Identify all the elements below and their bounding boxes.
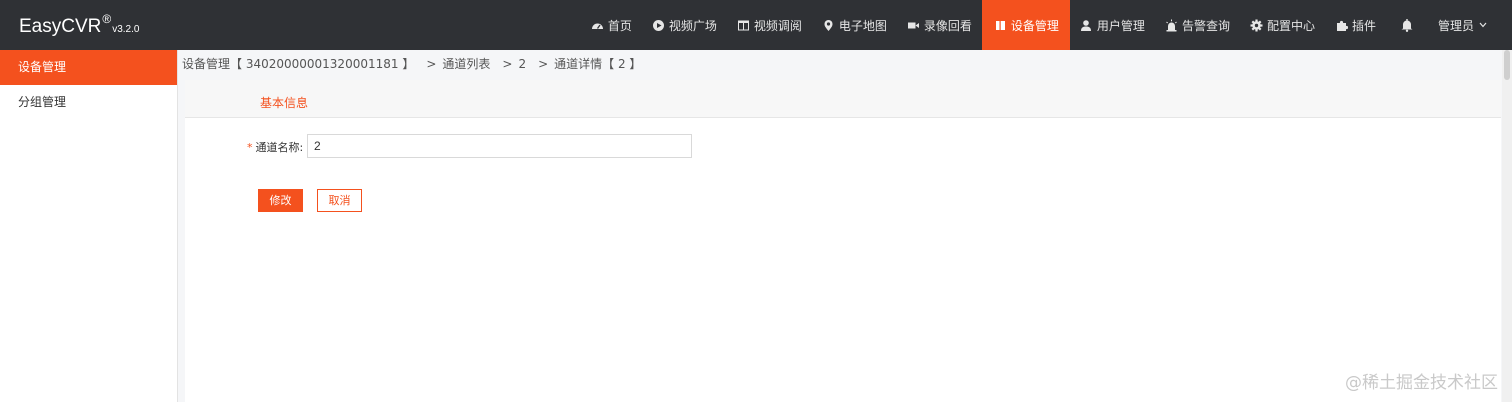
breadcrumb-channel-list[interactable]: 通道列表 xyxy=(442,57,490,71)
nav-item-plugins[interactable]: 插件 xyxy=(1325,0,1386,50)
chevron-down-icon xyxy=(1479,20,1487,31)
nav-item-video-review[interactable]: 视频调阅 xyxy=(727,0,812,50)
section-title: 基本信息 xyxy=(260,96,309,110)
watermark-text: @稀土掘金技术社区 xyxy=(1345,373,1498,393)
nav-item-label: 视频广场 xyxy=(668,18,717,33)
channel-name-input[interactable] xyxy=(307,134,692,158)
nav-item-user-management[interactable]: 用户管理 xyxy=(1070,0,1155,50)
nav-item-label: 录像回看 xyxy=(923,18,972,33)
nav-item-label: 用户管理 xyxy=(1096,18,1145,33)
cancel-button[interactable]: 取消 xyxy=(317,189,362,212)
channel-detail-panel: 基本信息 *通道名称: 修改 取消 xyxy=(185,80,1501,402)
page-scrollbar-track[interactable] xyxy=(1502,50,1512,402)
breadcrumb-channel-detail: 通道详情【 2 】 xyxy=(554,57,642,71)
sidebar-item-device-management[interactable]: 设备管理 xyxy=(0,50,177,85)
bell-icon xyxy=(1400,18,1414,32)
breadcrumb-channel[interactable]: 2 xyxy=(518,57,526,71)
user-icon xyxy=(1080,19,1093,32)
brand-logo[interactable]: EasyCVR®v3.2.0 xyxy=(19,12,139,38)
nav-item-label: 配置中心 xyxy=(1266,18,1315,33)
grid-icon xyxy=(737,19,750,32)
brand-registered-mark: ® xyxy=(102,12,112,26)
nav-item-label: 插件 xyxy=(1351,18,1376,33)
breadcrumb: 设备管理【 34020000001320001181 】 > 通道列表 >2 > 通道详情… xyxy=(182,50,1502,80)
sidebar-item-group-management[interactable]: 分组管理 xyxy=(0,85,177,120)
dashboard-icon xyxy=(591,19,604,32)
page-scrollbar-thumb[interactable] xyxy=(1504,50,1510,80)
channel-name-label: * 通道名称: xyxy=(247,139,303,155)
required-mark: * xyxy=(247,141,253,154)
play-circle-icon xyxy=(652,19,665,32)
notification-bell-button[interactable] xyxy=(1386,0,1428,50)
nav-item-alarm-query[interactable]: 告警查询 xyxy=(1155,0,1240,50)
map-pin-icon xyxy=(822,19,835,32)
nav-item-e-map[interactable]: 电子地图 xyxy=(812,0,897,50)
brand-name: EasyCVR xyxy=(19,16,102,37)
nav-item-label: 告警查询 xyxy=(1181,18,1230,33)
device-icon xyxy=(994,19,1007,32)
video-camera-icon xyxy=(907,19,920,32)
alarm-icon xyxy=(1165,19,1178,32)
breadcrumb-separator: > xyxy=(502,57,513,71)
panel-header xyxy=(185,80,1501,118)
brand-version: v3.2.0 xyxy=(112,24,140,35)
nav-item-home[interactable]: 首页 xyxy=(581,0,642,50)
puzzle-icon xyxy=(1335,19,1348,32)
user-menu-dropdown[interactable]: 管理员 xyxy=(1428,0,1512,50)
breadcrumb-separator: > xyxy=(538,57,549,71)
nav-item-video-square[interactable]: 视频广场 xyxy=(642,0,727,50)
nav-item-label: 视频调阅 xyxy=(753,18,802,33)
modify-button[interactable]: 修改 xyxy=(258,189,303,212)
nav-item-label: 电子地图 xyxy=(838,18,887,33)
sidebar: 设备管理 分组管理 xyxy=(0,50,178,402)
top-navbar: EasyCVR®v3.2.0 首页 视频广场 视频调阅 电子地图 录像回看 设备… xyxy=(0,0,1512,50)
gear-icon xyxy=(1250,19,1263,32)
main-nav: 首页 视频广场 视频调阅 电子地图 录像回看 设备管理 用户管理 告警查询 配置… xyxy=(581,0,1512,50)
breadcrumb-separator: > xyxy=(426,57,437,71)
breadcrumb-device[interactable]: 设备管理【 34020000001320001181 】 xyxy=(182,57,414,71)
nav-item-config-center[interactable]: 配置中心 xyxy=(1240,0,1325,50)
user-name: 管理员 xyxy=(1437,18,1474,33)
channel-name-label-text: 通道名称: xyxy=(255,141,304,154)
nav-item-label: 设备管理 xyxy=(1010,18,1059,33)
nav-item-device-management[interactable]: 设备管理 xyxy=(981,0,1070,50)
nav-item-label: 首页 xyxy=(607,18,632,33)
nav-item-playback[interactable]: 录像回看 xyxy=(897,0,982,50)
